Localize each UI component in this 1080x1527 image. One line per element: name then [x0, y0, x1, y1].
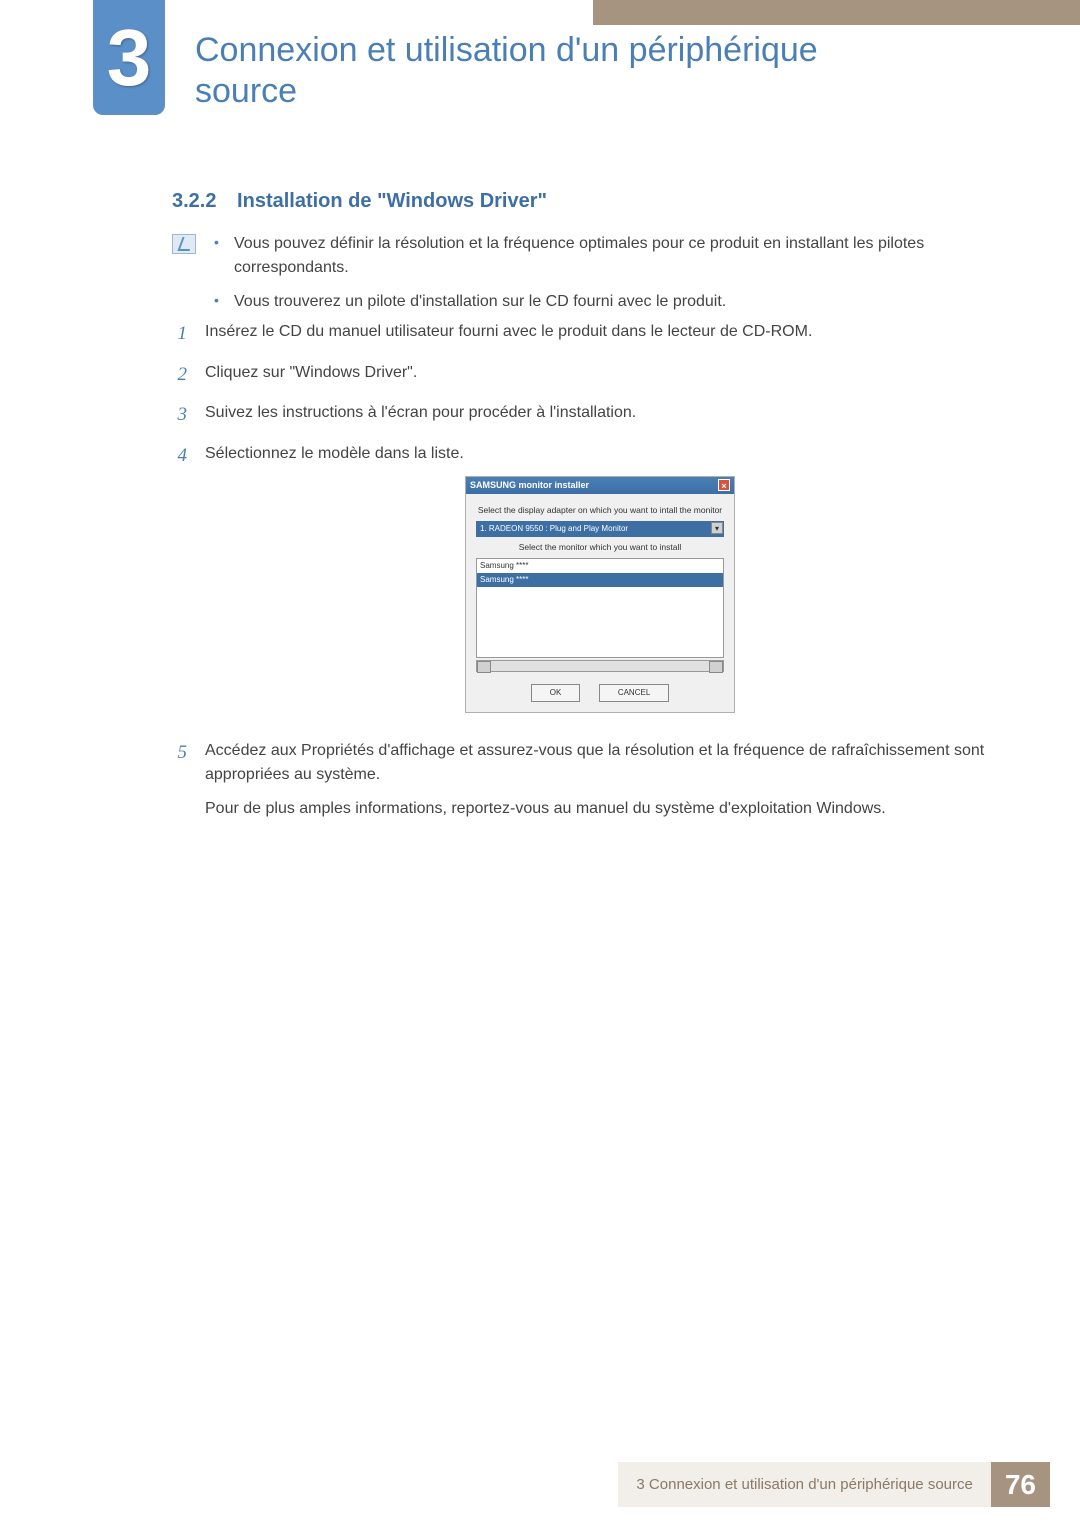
note-icon	[172, 234, 196, 254]
cancel-button[interactable]: CANCEL	[599, 684, 669, 702]
installer-select-value: 1. RADEON 9550 : Plug and Play Monitor	[480, 524, 628, 533]
step-number: 2	[172, 361, 187, 390]
step-text-extra: Pour de plus amples informations, report…	[205, 797, 995, 821]
horizontal-scrollbar[interactable]	[476, 660, 724, 672]
installer-dialog: SAMSUNG monitor installer × Select the d…	[465, 476, 735, 713]
step-number: 4	[172, 442, 187, 727]
installer-titlebar: SAMSUNG monitor installer ×	[466, 477, 734, 495]
step-text: Suivez les instructions à l'écran pour p…	[205, 401, 995, 430]
note-block: Vous pouvez définir la résolution et la …	[172, 232, 995, 324]
step-number: 1	[172, 320, 187, 349]
list-item[interactable]: Samsung ****	[477, 559, 723, 573]
step-4: 4 Sélectionnez le modèle dans la liste. …	[172, 442, 995, 727]
step-text: Accédez aux Propriétés d'affichage et as…	[205, 739, 995, 821]
list-item-selected[interactable]: Samsung ****	[477, 573, 723, 587]
section-number: 3.2.2	[172, 190, 216, 212]
step-2: 2 Cliquez sur "Windows Driver".	[172, 361, 995, 390]
ok-button[interactable]: OK	[531, 684, 581, 702]
installer-monitor-list[interactable]: Samsung **** Samsung ****	[476, 558, 724, 658]
step-1: 1 Insérez le CD du manuel utilisateur fo…	[172, 320, 995, 349]
step-number: 5	[172, 739, 187, 821]
note-item: Vous trouverez un pilote d'installation …	[214, 290, 995, 314]
header-accent-bar	[593, 0, 1080, 25]
installer-adapter-select[interactable]: 1. RADEON 9550 : Plug and Play Monitor ▾	[476, 521, 724, 537]
chevron-down-icon[interactable]: ▾	[711, 522, 723, 534]
chapter-title: Connexion et utilisation d'un périphériq…	[195, 30, 895, 112]
page-number: 76	[991, 1462, 1050, 1507]
step-text-line: Sélectionnez le modèle dans la liste.	[205, 442, 995, 466]
chapter-badge: 3	[93, 0, 165, 115]
installer-button-row: OK CANCEL	[476, 684, 724, 702]
step-text: Sélectionnez le modèle dans la liste. SA…	[205, 442, 995, 727]
chapter-number: 3	[107, 12, 152, 104]
installer-body: Select the display adapter on which you …	[466, 494, 734, 712]
step-text: Cliquez sur "Windows Driver".	[205, 361, 995, 390]
step-number: 3	[172, 401, 187, 430]
installer-title-text: SAMSUNG monitor installer	[470, 479, 589, 493]
installer-label-adapter: Select the display adapter on which you …	[476, 504, 724, 517]
page-footer: 3 Connexion et utilisation d'un périphér…	[618, 1462, 1050, 1507]
section-title: Installation de "Windows Driver"	[237, 190, 547, 212]
section-heading: 3.2.2 Installation de "Windows Driver"	[172, 190, 547, 213]
step-text-line: Accédez aux Propriétés d'affichage et as…	[205, 739, 995, 787]
step-3: 3 Suivez les instructions à l'écran pour…	[172, 401, 995, 430]
installer-label-monitor: Select the monitor which you want to ins…	[476, 541, 724, 554]
close-icon[interactable]: ×	[718, 479, 730, 491]
step-text: Insérez le CD du manuel utilisateur four…	[205, 320, 995, 349]
footer-chapter-label: 3 Connexion et utilisation d'un périphér…	[618, 1462, 990, 1507]
steps-list: 1 Insérez le CD du manuel utilisateur fo…	[172, 320, 995, 833]
step-5: 5 Accédez aux Propriétés d'affichage et …	[172, 739, 995, 821]
note-item: Vous pouvez définir la résolution et la …	[214, 232, 995, 280]
note-list: Vous pouvez définir la résolution et la …	[214, 232, 995, 324]
